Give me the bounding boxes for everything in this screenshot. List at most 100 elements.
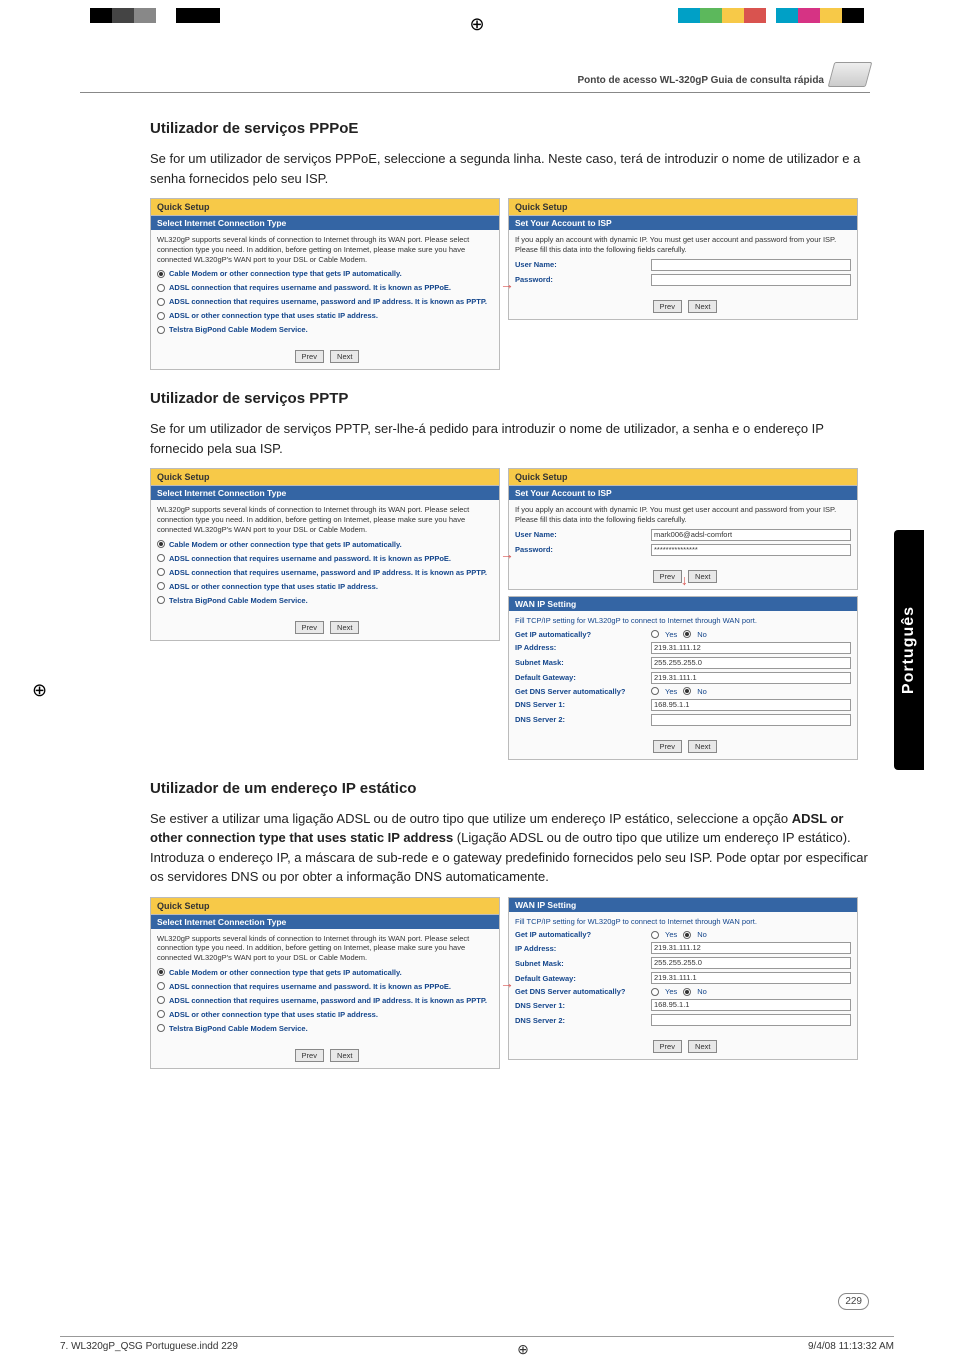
conn-opt-4[interactable]: ADSL or other connection type that uses … (157, 582, 493, 591)
static-screenshots: → Quick Setup Select Internet Connection… (150, 897, 870, 1069)
color-bar-right (678, 8, 864, 23)
dns1-input[interactable]: 168.95.1.1 (651, 699, 851, 711)
prev-button[interactable]: Prev (653, 570, 682, 583)
pptp-heading: Utilizador de serviços PPTP (150, 390, 870, 407)
isp-account-panel: Quick Setup Set Your Account to ISP If y… (508, 468, 858, 590)
radio-icon (157, 1024, 165, 1032)
panel-desc: WL320gP supports several kinds of connec… (157, 235, 493, 264)
radio-icon[interactable] (651, 687, 659, 695)
dns2-input[interactable] (651, 1014, 851, 1026)
conn-opt-2[interactable]: ADSL connection that requires username a… (157, 554, 493, 563)
next-button[interactable]: Next (330, 350, 359, 363)
conn-opt-1[interactable]: Cable Modem or other connection type tha… (157, 968, 493, 977)
ip-input[interactable]: 219.31.111.12 (651, 642, 851, 654)
username-label: User Name: (515, 530, 645, 539)
footer-date: 9/4/08 11:13:32 AM (808, 1341, 894, 1358)
radio-icon[interactable] (651, 988, 659, 996)
panel-title: Quick Setup (509, 469, 857, 486)
next-button[interactable]: Next (688, 1040, 717, 1053)
subnet-input[interactable]: 255.255.255.0 (651, 957, 851, 969)
prev-button[interactable]: Prev (295, 1049, 324, 1062)
pppoe-heading: Utilizador de serviços PPPoE (150, 120, 870, 137)
dns1-input[interactable]: 168.95.1.1 (651, 999, 851, 1011)
prev-button[interactable]: Prev (295, 350, 324, 363)
wan-desc: Fill TCP/IP setting for WL320gP to conne… (515, 616, 851, 626)
getdns-label: Get DNS Server automatically? (515, 987, 645, 996)
ip-input[interactable]: 219.31.111.12 (651, 942, 851, 954)
arrow-down-icon: → (679, 574, 695, 588)
password-label: Password: (515, 545, 645, 554)
ip-label: IP Address: (515, 944, 645, 953)
radio-icon (157, 596, 165, 604)
gateway-input[interactable]: 219.31.111.1 (651, 672, 851, 684)
page-content: Utilizador de serviços PPPoE Se for um u… (150, 120, 870, 1089)
getip-label: Get IP automatically? (515, 930, 645, 939)
radio-icon[interactable] (683, 988, 691, 996)
prev-button[interactable]: Prev (295, 621, 324, 634)
conn-opt-2[interactable]: ADSL connection that requires username a… (157, 982, 493, 991)
panel-subtitle: Set Your Account to ISP (509, 486, 857, 500)
registration-mark-bottom: ⊕ (517, 1341, 529, 1358)
gateway-label: Default Gateway: (515, 673, 645, 682)
registration-mark-left: ⊕ (32, 680, 47, 701)
conn-opt-5[interactable]: Telstra BigPond Cable Modem Service. (157, 1024, 493, 1033)
conn-opt-3[interactable]: ADSL connection that requires username, … (157, 297, 493, 306)
next-button[interactable]: Next (688, 740, 717, 753)
radio-icon (157, 326, 165, 334)
static-para: Se estiver a utilizar uma ligação ADSL o… (150, 809, 870, 887)
pptp-para: Se for um utilizador de serviços PPTP, s… (150, 419, 870, 458)
prev-button[interactable]: Prev (653, 300, 682, 313)
color-calibration-bar (90, 8, 220, 23)
next-button[interactable]: Next (330, 1049, 359, 1062)
language-tab: Português (894, 530, 924, 770)
password-input[interactable]: *************** (651, 544, 851, 556)
conn-opt-5[interactable]: Telstra BigPond Cable Modem Service. (157, 596, 493, 605)
conn-opt-2[interactable]: ADSL connection that requires username a… (157, 283, 493, 292)
panel-title: Quick Setup (151, 199, 499, 216)
subnet-input[interactable]: 255.255.255.0 (651, 657, 851, 669)
gateway-label: Default Gateway: (515, 974, 645, 983)
getip-label: Get IP automatically? (515, 630, 645, 639)
footer: 7. WL320gP_QSG Portuguese.indd 229 ⊕ 9/4… (60, 1336, 894, 1358)
getdns-label: Get DNS Server automatically? (515, 687, 645, 696)
arrow-icon: → (500, 975, 514, 991)
radio-icon (157, 540, 165, 548)
username-input[interactable] (651, 259, 851, 271)
isp-account-panel: Quick Setup Set Your Account to ISP If y… (508, 198, 858, 320)
username-input[interactable]: mark006@adsl-comfort (651, 529, 851, 541)
radio-icon (157, 270, 165, 278)
conn-opt-4[interactable]: ADSL or other connection type that uses … (157, 311, 493, 320)
panel-desc: WL320gP supports several kinds of connec… (157, 934, 493, 963)
conn-opt-4[interactable]: ADSL or other connection type that uses … (157, 1010, 493, 1019)
subnet-label: Subnet Mask: (515, 959, 645, 968)
footer-file: 7. WL320gP_QSG Portuguese.indd 229 (60, 1341, 238, 1358)
conn-opt-1[interactable]: Cable Modem or other connection type tha… (157, 540, 493, 549)
panel-title: Quick Setup (151, 898, 499, 915)
radio-icon[interactable] (683, 630, 691, 638)
conn-opt-1[interactable]: Cable Modem or other connection type tha… (157, 269, 493, 278)
radio-icon (157, 968, 165, 976)
pppoe-screenshots: → Quick Setup Select Internet Connection… (150, 198, 870, 370)
gateway-input[interactable]: 219.31.111.1 (651, 972, 851, 984)
radio-icon (157, 312, 165, 320)
prev-button[interactable]: Prev (653, 1040, 682, 1053)
radio-icon[interactable] (683, 687, 691, 695)
radio-icon[interactable] (651, 931, 659, 939)
prev-button[interactable]: Prev (653, 740, 682, 753)
radio-icon (157, 298, 165, 306)
conn-opt-5[interactable]: Telstra BigPond Cable Modem Service. (157, 325, 493, 334)
radio-icon[interactable] (651, 630, 659, 638)
conn-opt-3[interactable]: ADSL connection that requires username, … (157, 996, 493, 1005)
wan-ip-panel: WAN IP Setting Fill TCP/IP setting for W… (508, 897, 858, 1061)
radio-icon (157, 996, 165, 1004)
next-button[interactable]: Next (688, 300, 717, 313)
radio-icon[interactable] (683, 931, 691, 939)
panel-subtitle: Set Your Account to ISP (509, 216, 857, 230)
next-button[interactable]: Next (330, 621, 359, 634)
password-label: Password: (515, 275, 645, 284)
quick-setup-panel: Quick Setup Select Internet Connection T… (150, 468, 500, 640)
password-input[interactable] (651, 274, 851, 286)
isp-desc: If you apply an account with dynamic IP.… (515, 505, 851, 525)
dns2-input[interactable] (651, 714, 851, 726)
conn-opt-3[interactable]: ADSL connection that requires username, … (157, 568, 493, 577)
